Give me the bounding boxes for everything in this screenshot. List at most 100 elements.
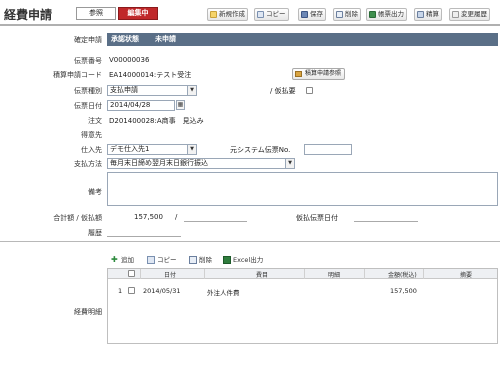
- budget-ref-button[interactable]: 積算申請参照: [292, 68, 346, 80]
- total-slash: /: [175, 213, 178, 221]
- approval-status-value: 未申請: [155, 35, 176, 43]
- column-header-date[interactable]: 日付: [164, 270, 176, 279]
- grid-header: 日付 費目 明細 金額(税込) 摘要: [108, 269, 497, 279]
- total-value: 157,500: [134, 213, 163, 221]
- chevron-down-icon: ▼: [285, 159, 294, 168]
- column-separator: [364, 269, 365, 279]
- supplier-select[interactable]: デモ仕入先1 ▼: [107, 144, 197, 155]
- remarks-textarea[interactable]: [107, 172, 498, 206]
- copy-icon: [257, 11, 264, 18]
- slip-date-value: 2014/04/28: [110, 101, 151, 109]
- copy-button-label: コピー: [266, 10, 286, 18]
- chevron-down-icon: ▼: [187, 86, 196, 95]
- history-button-label: 変更履歴: [461, 10, 487, 18]
- column-header-note[interactable]: 摘要: [460, 270, 472, 279]
- calendar-icon[interactable]: ▦: [176, 100, 185, 110]
- slip-no-value: V00000036: [109, 56, 150, 64]
- provisional-label: / 仮払要: [270, 87, 296, 95]
- grid-excel-label: Excel出力: [233, 256, 264, 264]
- calculator-icon: [417, 11, 424, 18]
- row-checkbox[interactable]: [128, 287, 135, 294]
- approval-status-label: 承認状態: [111, 35, 139, 43]
- copy-icon: [147, 256, 155, 264]
- history-button[interactable]: 変更履歴: [449, 8, 490, 21]
- delete-button-label: 削除: [345, 10, 358, 18]
- confirm-label: 確定申請: [74, 36, 102, 44]
- column-separator: [423, 269, 424, 279]
- history-field: [107, 227, 181, 237]
- slip-type-label: 伝票種別: [74, 87, 102, 95]
- provisional-checkbox[interactable]: [306, 87, 313, 94]
- row-date: 2014/05/31: [143, 287, 181, 295]
- save-icon: [301, 11, 308, 18]
- budget-code-value: EA14000014:テスト受注: [109, 71, 192, 79]
- column-separator: [140, 269, 141, 279]
- grid-add-button[interactable]: ✚ 追加: [111, 255, 134, 265]
- provisional-slip-date-label: 仮払伝票日付: [296, 214, 338, 222]
- export-button-label: 帳票出力: [378, 10, 404, 18]
- supplier-value: デモ仕入先1: [110, 145, 150, 153]
- row-item: 外注人件費: [207, 289, 240, 297]
- plus-icon: ✚: [111, 255, 118, 264]
- external-slip-label: 元システム伝票No.: [230, 146, 291, 154]
- export-icon: [369, 11, 376, 18]
- client-label: 得意先: [81, 131, 102, 139]
- edit-mode-button[interactable]: 編集中: [118, 7, 158, 20]
- slip-no-label: 伝票番号: [74, 57, 102, 65]
- grid-delete-label: 削除: [199, 256, 212, 264]
- new-button-label: 新規作成: [219, 10, 245, 18]
- slip-date-label: 伝票日付: [74, 102, 102, 110]
- column-header-detail[interactable]: 明細: [328, 270, 340, 279]
- payment-method-label: 支払方法: [74, 160, 102, 168]
- view-mode-button[interactable]: 参照: [76, 7, 116, 20]
- approval-status-bar: 承認状態 未申請: [107, 33, 498, 46]
- grid-copy-label: コピー: [157, 256, 177, 264]
- provisional-amount-field[interactable]: [184, 212, 247, 222]
- section-divider: [0, 241, 500, 242]
- reference-icon: [295, 71, 302, 77]
- budget-code-label: 積算申請コード: [53, 71, 102, 79]
- copy-button[interactable]: コピー: [254, 8, 289, 21]
- provisional-slip-date-field[interactable]: [354, 212, 418, 222]
- select-all-checkbox[interactable]: [128, 270, 135, 277]
- payment-method-value: 毎月末日締め翌月末日銀行振込: [110, 159, 208, 167]
- slip-date-input[interactable]: 2014/04/28: [107, 100, 175, 111]
- new-document-icon: [210, 11, 217, 18]
- new-button[interactable]: 新規作成: [207, 8, 248, 21]
- column-separator: [204, 269, 205, 279]
- total-label: 合計額 / 仮払額: [53, 214, 102, 222]
- save-button-label: 保存: [310, 10, 323, 18]
- grid-delete-button[interactable]: 削除: [189, 255, 212, 265]
- page-title: 経費申請: [4, 8, 53, 22]
- column-separator: [304, 269, 305, 279]
- external-slip-input[interactable]: [304, 144, 352, 155]
- expense-detail-grid: 日付 費目 明細 金額(税込) 摘要 1 2014/05/31 外注人件費 15…: [107, 268, 498, 344]
- excel-icon: [223, 256, 231, 264]
- save-button[interactable]: 保存: [298, 8, 326, 21]
- column-header-item[interactable]: 費目: [256, 270, 268, 279]
- payment-method-select[interactable]: 毎月末日締め翌月末日銀行振込 ▼: [107, 158, 295, 169]
- row-amount: 157,500: [390, 287, 417, 295]
- row-number: 1: [118, 287, 123, 295]
- grid-excel-button[interactable]: Excel出力: [223, 255, 263, 265]
- grid-toolbar: ✚ 追加 コピー 削除 Excel出力: [107, 254, 498, 267]
- order-value: D201400028:A商事 見込み: [109, 117, 204, 125]
- settle-button-label: 精算: [426, 10, 439, 18]
- budget-ref-button-label: 積算申請参照: [305, 70, 342, 77]
- column-header-amount[interactable]: 金額(税込): [388, 270, 417, 279]
- settle-button[interactable]: 精算: [414, 8, 442, 21]
- supplier-label: 仕入先: [81, 146, 102, 154]
- history-label: 履歴: [88, 229, 102, 237]
- trash-icon: [189, 256, 197, 264]
- grid-add-label: 追加: [121, 256, 134, 264]
- slip-type-value: 支払申請: [110, 86, 138, 94]
- order-label: 注文: [88, 117, 102, 125]
- app-header: 経費申請 参照 編集中 新規作成 コピー 保存 削除 帳票出力 精算 変更履歴: [0, 0, 500, 26]
- grid-copy-button[interactable]: コピー: [147, 255, 177, 265]
- remarks-label: 備考: [88, 188, 102, 196]
- delete-button[interactable]: 削除: [333, 8, 361, 21]
- export-button[interactable]: 帳票出力: [366, 8, 407, 21]
- slip-type-select[interactable]: 支払申請 ▼: [107, 85, 197, 96]
- history-icon: [452, 11, 459, 18]
- detail-label: 経費明細: [74, 308, 102, 316]
